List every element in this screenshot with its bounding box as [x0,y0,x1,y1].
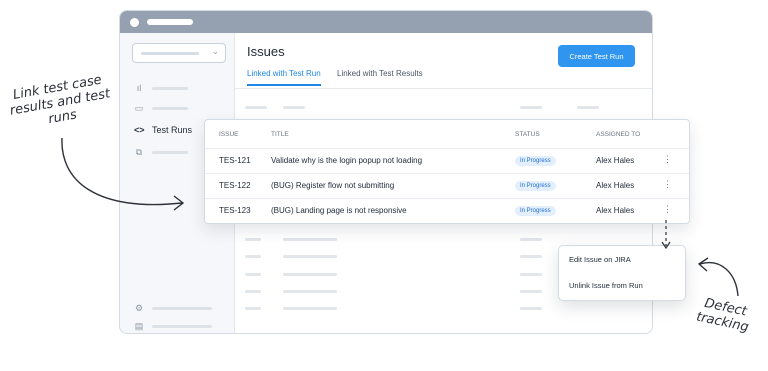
ghost-row [520,307,542,310]
assignee: Alex Hales [596,181,635,190]
create-test-run-button[interactable]: Create Test Run [558,45,635,67]
ghost-row [283,307,337,310]
sidebar-item-copies[interactable]: ⧉ [134,145,188,159]
window-dot-icon [130,17,139,27]
ghost-row [520,290,542,293]
issue-title: Validate why is the login popup not load… [271,156,423,165]
sidebar-item-settings[interactable]: ⚙ [134,301,212,315]
ghost-row [245,290,261,293]
issue-key[interactable]: TES-122 [219,181,251,190]
issues-table: ISSUE TITLE STATUS ASSIGNED TO TES-121 V… [204,119,690,224]
ghost-row [577,106,599,109]
arrow-head-right [697,257,709,272]
issue-context-menu: Edit Issue on JIRA Unlink Issue from Run [558,245,686,301]
sidebar-item-dashboard[interactable]: ıl [134,81,188,95]
status-badge: In Progress [515,181,556,191]
more-vertical-icon[interactable]: ⋮ [663,179,672,190]
status-badge: In Progress [515,206,556,216]
table-row[interactable]: TES-121 Validate why is the login popup … [205,148,689,174]
ghost-row [520,273,542,276]
ghost-row [283,106,305,109]
more-vertical-icon[interactable]: ⋮ [663,204,672,215]
document-icon: ▤ [134,321,144,331]
ghost-row [245,255,261,258]
sidebar-item-placeholder [152,86,188,90]
sidebar-item-placeholder [152,150,188,154]
assignee: Alex Hales [596,206,635,215]
sidebar-item-test-runs[interactable]: <> Test Runs [134,123,192,137]
code-brackets-icon: <> [134,125,145,135]
ghost-row [245,106,267,109]
ghost-row [283,238,337,241]
ghost-row [520,106,542,109]
window-title-placeholder [147,19,193,25]
issue-title: (BUG) Register flow not submitting [271,181,395,190]
folder-icon: ▭ [134,103,144,113]
sidebar-item-label: Test Runs [152,125,193,135]
menu-item-edit-jira[interactable]: Edit Issue on JIRA [569,255,631,264]
sidebar-item-placeholder [152,324,212,328]
divider [235,88,652,89]
issue-key[interactable]: TES-123 [219,206,251,215]
ghost-row [283,290,337,293]
menu-item-unlink-issue[interactable]: Unlink Issue from Run [569,281,643,290]
gear-icon: ⚙ [134,303,144,313]
issue-title: (BUG) Landing page is not responsive [271,206,407,215]
copy-icon: ⧉ [135,147,143,157]
chevron-down-icon: ⌄ [211,46,219,56]
sidebar-item-docs[interactable]: ▤ [134,319,212,333]
column-header-title: TITLE [271,131,289,138]
annotation-link-results: Link test case results and test runs [8,72,112,128]
column-header-assigned: ASSIGNED TO [596,131,641,138]
column-header-issue: ISSUE [219,131,239,138]
sidebar-item-folders[interactable]: ▭ [134,101,188,115]
annotation-defect-tracking: Defect tracking [694,295,751,336]
bar-chart-icon: ıl [136,83,142,93]
issue-key[interactable]: TES-121 [219,156,251,165]
status-badge: In Progress [515,156,556,166]
table-row[interactable]: TES-122 (BUG) Register flow not submitti… [205,173,689,199]
tab-linked-test-results[interactable]: Linked with Test Results [337,69,423,84]
tab-linked-test-run[interactable]: Linked with Test Run [247,69,321,86]
more-vertical-icon[interactable]: ⋮ [663,154,672,165]
page-title: Issues [247,44,285,59]
curved-arrow-right [699,262,739,297]
ghost-row [283,255,337,258]
ghost-row [245,307,261,310]
sidebar-item-placeholder [152,106,188,110]
ghost-row [245,238,261,241]
table-row[interactable]: TES-123 (BUG) Landing page is not respon… [205,198,689,224]
column-header-status: STATUS [515,131,540,138]
project-select-placeholder [141,52,199,55]
ghost-row [520,255,542,258]
ghost-row [245,273,261,276]
ghost-row [520,238,542,241]
sidebar-item-placeholder [152,306,212,310]
project-select[interactable]: ⌄ [132,43,226,63]
ghost-row [283,273,337,276]
assignee: Alex Hales [596,156,635,165]
title-bar [120,11,652,33]
